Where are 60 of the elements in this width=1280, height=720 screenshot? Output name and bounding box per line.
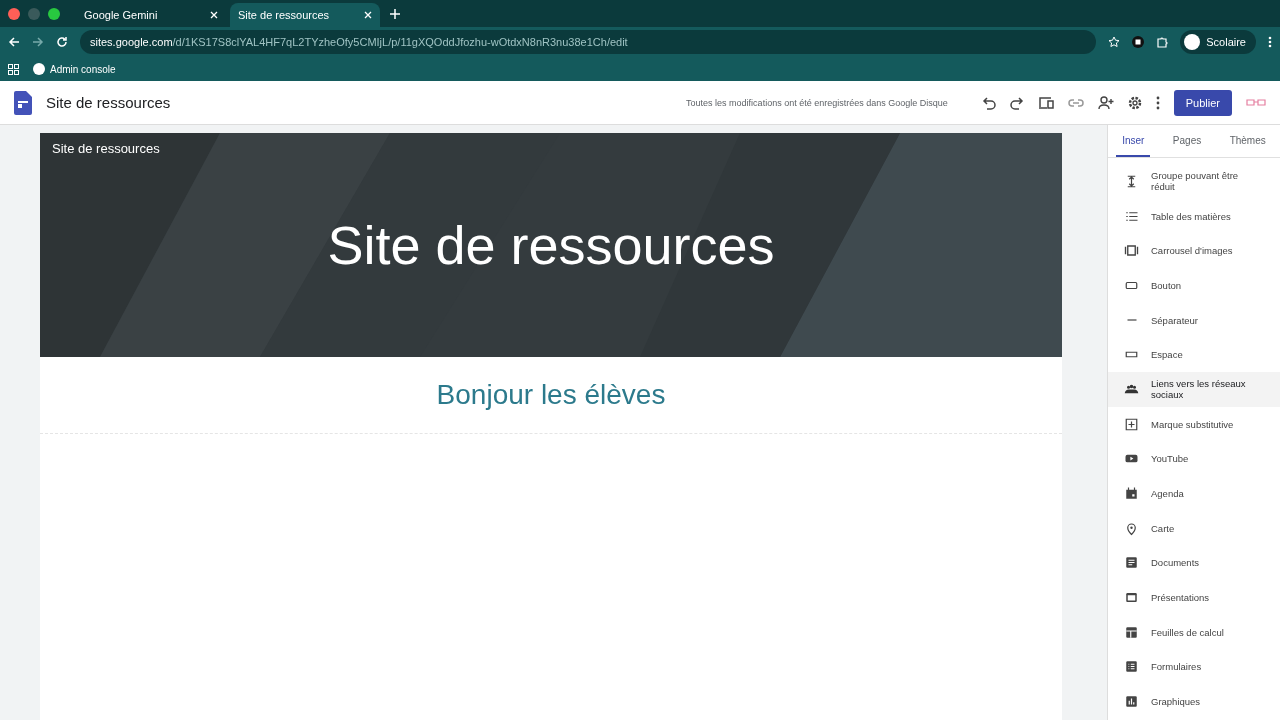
panel-tab[interactable]: Inser [1116, 125, 1151, 157]
insert-item[interactable]: Marque substitutive [1108, 406, 1280, 442]
insert-item[interactable]: Groupe pouvant être réduit [1108, 164, 1280, 199]
more-icon[interactable] [1155, 95, 1160, 110]
divider-icon [1125, 319, 1138, 322]
form-icon [1124, 659, 1139, 675]
table-icon [1124, 624, 1139, 640]
redo-icon[interactable] [1009, 95, 1024, 110]
close-light[interactable] [8, 7, 20, 20]
profile-button[interactable]: Scolaire [1180, 30, 1256, 54]
save-status: Toutes les modifications ont été enregistrées dans Google Disque [686, 97, 948, 108]
back-icon[interactable] [8, 36, 20, 48]
close-icon[interactable] [364, 11, 372, 19]
insert-item[interactable]: Séparateur [1108, 302, 1280, 338]
star-icon[interactable] [1108, 36, 1121, 48]
new-tab-icon[interactable] [390, 8, 400, 19]
document-icon [1124, 555, 1139, 571]
browser-tab[interactable]: Site de ressources [230, 3, 380, 27]
preview-icon[interactable] [1037, 95, 1054, 110]
puzzle-icon[interactable] [1156, 36, 1169, 48]
panel-tab[interactable]: Thèmes [1223, 125, 1272, 157]
more-icon[interactable] [1268, 36, 1272, 48]
undo-icon[interactable] [981, 95, 996, 110]
close-icon[interactable] [210, 11, 218, 19]
calendar-icon [1124, 486, 1139, 502]
sites-logo-icon [14, 90, 32, 115]
page-heading: Bonjour les élèves [40, 357, 1062, 434]
extension-icon[interactable] [1132, 36, 1145, 48]
insert-item[interactable]: Formulaires [1108, 649, 1280, 685]
bookmark[interactable]: Admin console [50, 63, 116, 75]
reload-icon[interactable] [56, 36, 68, 48]
insert-item[interactable]: Bouton [1108, 268, 1280, 303]
site-title: Site de ressources [46, 94, 172, 111]
insert-item[interactable]: Espace [1108, 337, 1280, 373]
apps-icon[interactable] [8, 63, 19, 75]
add-person-icon[interactable] [1097, 95, 1114, 110]
carousel-icon [1124, 243, 1139, 259]
zoom-light[interactable] [48, 7, 60, 20]
insert-item[interactable]: Documents [1108, 545, 1280, 581]
forward-icon[interactable] [32, 36, 44, 48]
insert-item[interactable]: Carte [1108, 510, 1280, 546]
insert-item[interactable]: Carrousel d'images [1108, 233, 1280, 269]
site-name[interactable]: Site de ressources [52, 141, 160, 156]
insert-item[interactable]: Graphiques [1108, 684, 1280, 719]
insert-item[interactable]: Table des matières [1108, 198, 1280, 234]
publish-button[interactable]: Publier [1173, 89, 1232, 116]
insert-item[interactable]: Agenda [1108, 476, 1280, 511]
chart-icon [1124, 694, 1139, 710]
address-field[interactable]: sites.google.com/d/1KS17S8clYAL4HF7qL2TYzheOfy5CMIjL/p/11gXQOddJfozhu-wOtdxN8nR3nu38e1Ch/edit [80, 30, 1097, 54]
map-pin-icon [1124, 520, 1139, 536]
insert-item[interactable]: Présentations [1108, 580, 1280, 615]
banner-title: Site de ressources [327, 214, 775, 276]
bookmark-icon [33, 63, 45, 75]
insert-item[interactable]: YouTube [1108, 441, 1280, 477]
panel-tab[interactable]: Pages [1166, 125, 1208, 157]
insert-item[interactable]: Liens vers les réseaux sociaux [1108, 372, 1280, 407]
settings-icon[interactable] [1127, 95, 1142, 110]
plus-box-icon [1124, 416, 1139, 432]
browser-tab[interactable]: Google Gemini [76, 3, 226, 27]
insert-item[interactable]: Feuilles de calcul [1108, 614, 1280, 650]
